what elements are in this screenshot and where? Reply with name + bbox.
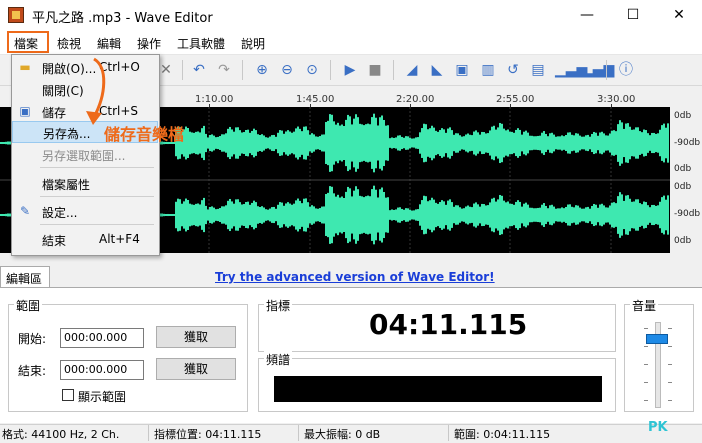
end-label: 結束:	[18, 364, 47, 378]
spectrum-group-label: 頻譜	[264, 351, 293, 368]
spectrum-icon[interactable]: ▂▄▆	[582, 62, 614, 78]
cursor-group-label: 指標	[264, 297, 293, 314]
volume-tick	[668, 364, 672, 365]
close-button[interactable]: ✕	[656, 0, 702, 30]
volume-tick	[644, 346, 648, 347]
volume-tick	[668, 382, 672, 383]
db-scale	[670, 107, 702, 253]
toolbar-separator	[242, 60, 243, 80]
stop-icon[interactable]: ■	[367, 62, 383, 78]
fade-out-icon[interactable]: ◣	[429, 62, 445, 78]
show-range-label: 顯示範圍	[78, 390, 127, 404]
show-range-checkbox[interactable]	[62, 389, 74, 401]
volume-tick	[644, 328, 648, 329]
silence-icon[interactable]: ▤	[530, 62, 546, 78]
db-label: 0db	[674, 236, 692, 246]
zoom-in-icon[interactable]: ⊕	[254, 62, 270, 78]
menu-separator	[40, 224, 154, 225]
amplify-icon[interactable]: ▥	[480, 62, 496, 78]
play-icon[interactable]: ▶	[342, 62, 358, 78]
menu-item-save-selection: 另存選取範圍...	[42, 149, 126, 163]
delete-icon[interactable]: ✕	[158, 62, 174, 78]
db-label: 0db	[674, 164, 692, 174]
callout-save-music: 儲存音樂檔	[104, 125, 185, 144]
minimize-button[interactable]: —	[564, 0, 610, 30]
timeline-tick: 1:10.00	[195, 94, 234, 105]
start-label: 開始:	[18, 332, 47, 346]
timeline-tick: 1:45.00	[296, 94, 335, 105]
volume-tick	[644, 382, 648, 383]
menu-help[interactable]: 說明	[241, 35, 265, 52]
menu-tools[interactable]: 工具軟體	[177, 35, 225, 52]
range-group-label: 範圍	[14, 297, 43, 314]
volume-tick	[668, 346, 672, 347]
cursor-time: 04:11.115	[369, 308, 528, 341]
menu-edit[interactable]: 編輯	[97, 35, 121, 52]
pick-start-button[interactable]: 獲取	[156, 326, 236, 348]
menu-item-properties[interactable]: 檔案屬性	[12, 172, 158, 194]
folder-icon: ▬	[19, 60, 31, 74]
toolbar-separator	[330, 60, 331, 80]
pk-watermark: PK	[648, 420, 668, 435]
volume-tick	[668, 328, 672, 329]
menu-separator	[40, 167, 154, 168]
reverse-icon[interactable]: ↺	[505, 62, 521, 78]
save-icon: ▣	[19, 104, 31, 118]
volume-tick	[644, 400, 648, 401]
menu-item-settings[interactable]: ✎ 設定...	[12, 200, 158, 222]
status-max-amplitude: 最大振幅: 0 dB	[304, 428, 381, 441]
volume-group-label: 音量	[630, 297, 659, 314]
tab-edit-area[interactable]: 編輯區	[0, 266, 50, 288]
window-title: 平凡之路 .mp3 - Wave Editor	[32, 11, 213, 26]
zoom-fit-icon[interactable]: ⊙	[304, 62, 320, 78]
status-separator	[448, 425, 449, 441]
end-field[interactable]: 000:00.000	[60, 360, 144, 380]
menu-view[interactable]: 檢視	[57, 35, 81, 52]
spectrum-display	[274, 376, 602, 402]
status-format: 格式: 44100 Hz, 2 Ch.	[2, 428, 120, 441]
app-icon	[8, 7, 24, 23]
menu-separator	[40, 196, 154, 197]
status-range: 範圍: 0:04:11.115	[454, 428, 551, 441]
db-label: 0db	[674, 182, 692, 192]
promo-link[interactable]: Try the advanced version of Wave Editor!	[215, 270, 495, 284]
maximize-button[interactable]: ☐	[610, 0, 656, 30]
settings-icon: ✎	[19, 204, 31, 218]
toolbar-separator	[182, 60, 183, 80]
db-label: 0db	[674, 111, 692, 121]
menu-operation[interactable]: 操作	[137, 35, 161, 52]
status-separator	[148, 425, 149, 441]
timeline-tick: 3:30.00	[597, 94, 636, 105]
normalize-icon[interactable]: ▣	[454, 62, 470, 78]
volume-slider-thumb[interactable]	[646, 334, 668, 344]
status-cursor-position: 指標位置: 04:11.115	[154, 428, 262, 441]
timeline-tick: 2:55.00	[496, 94, 535, 105]
equalizer-icon[interactable]: ▁▃▅	[555, 62, 587, 78]
menu-file-highlight	[7, 31, 49, 53]
db-label: -90db	[674, 138, 701, 148]
zoom-out-icon[interactable]: ⊖	[279, 62, 295, 78]
db-label: -90db	[674, 209, 701, 219]
toolbar-separator	[606, 60, 607, 80]
help-icon[interactable]: ⓘ	[618, 62, 634, 78]
redo-icon[interactable]: ↷	[216, 62, 232, 78]
volume-tick	[644, 364, 648, 365]
status-separator	[298, 425, 299, 441]
undo-icon[interactable]: ↶	[191, 62, 207, 78]
toolbar-separator	[393, 60, 394, 80]
volume-tick	[668, 400, 672, 401]
pick-end-button[interactable]: 獲取	[156, 358, 236, 380]
menu-item-exit[interactable]: 結束 Alt+F4	[12, 228, 158, 250]
fade-in-icon[interactable]: ◢	[404, 62, 420, 78]
timeline-tick: 2:20.00	[396, 94, 435, 105]
start-field[interactable]: 000:00.000	[60, 328, 144, 348]
